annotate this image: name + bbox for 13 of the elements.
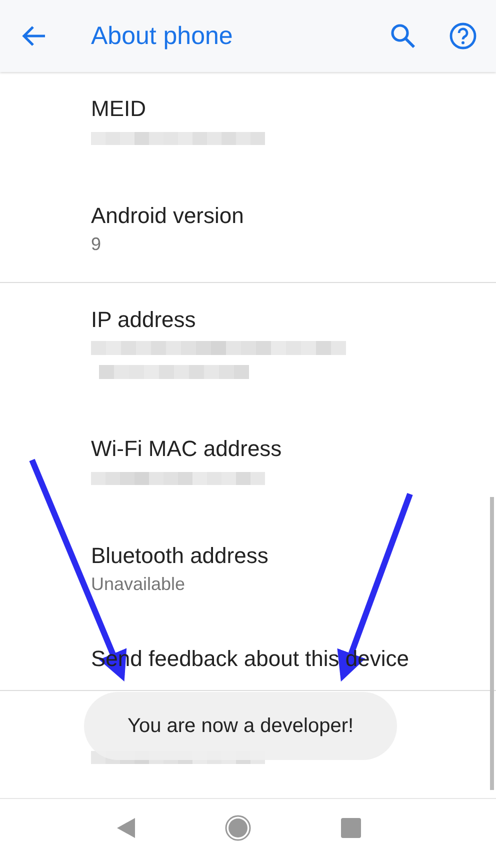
recents-nav-icon[interactable] [340,816,362,838]
help-button[interactable] [448,21,478,51]
setting-title: Wi-Fi MAC address [91,435,282,463]
setting-title: Android version [91,202,244,230]
screen-title: About phone [91,22,234,50]
toast-message: You are now a developer! [84,692,397,760]
setting-value: 9 [91,233,102,256]
home-nav-icon[interactable] [224,814,251,840]
setting-value: Unavailable [91,573,186,596]
setting-title: MEID [91,95,146,123]
back-nav-icon[interactable] [116,816,136,838]
setting-title: Bluetooth address [91,542,268,570]
setting-title: IP address [91,306,196,334]
